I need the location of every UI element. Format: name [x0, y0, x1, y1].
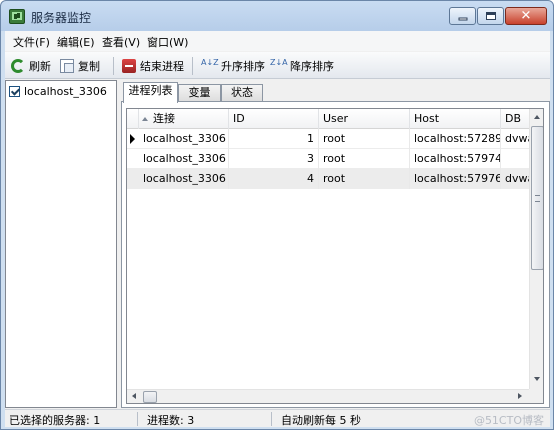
scroll-up-icon[interactable] — [534, 115, 540, 119]
vertical-scroll-thumb[interactable] — [531, 126, 543, 270]
sort-ascending-label: 升序排序 — [221, 60, 265, 73]
server-monitor-icon — [9, 9, 25, 24]
scroll-down-icon[interactable] — [534, 377, 540, 381]
column-header-user[interactable]: User — [319, 109, 410, 129]
sort-ascending-button[interactable]: A↓Z 升序排序 — [201, 57, 265, 75]
refresh-icon — [11, 59, 25, 73]
column-header-conn[interactable]: 连接 — [139, 109, 229, 129]
cell-db — [501, 149, 531, 169]
maximize-button[interactable] — [477, 7, 504, 25]
scroll-right-icon[interactable] — [518, 393, 522, 399]
kill-process-button[interactable]: 结束进程 — [122, 57, 184, 75]
row-indicator — [127, 149, 139, 169]
sort-ascending-icon: A↓Z — [201, 58, 219, 67]
horizontal-scrollbar[interactable] — [127, 389, 529, 403]
status-separator — [137, 412, 138, 426]
refresh-button[interactable]: 刷新 — [11, 57, 51, 75]
scroll-corner — [529, 389, 543, 403]
cell-conn: localhost_3306 — [139, 129, 229, 149]
cell-host: localhost:57974 — [410, 149, 501, 169]
watermark: @51CTO博客 — [473, 414, 544, 427]
tab-process-list[interactable]: 进程列表 — [123, 82, 178, 103]
menu-bar: 文件(F) 编辑(E) 查看(V) 窗口(W) — [5, 31, 550, 51]
server-checkbox[interactable] — [9, 86, 20, 97]
cell-id: 4 — [229, 169, 319, 189]
cell-user: root — [319, 169, 410, 189]
client-area: 文件(F) 编辑(E) 查看(V) 窗口(W) 刷新 复制 结束进程 A↓Z 升… — [5, 31, 550, 427]
detail-panel: 进程列表 变量 状态 连接 ID User Host DB localhost_… — [121, 80, 550, 408]
toolbar-separator — [192, 57, 193, 75]
minimize-icon — [458, 17, 467, 21]
sort-descending-icon: Z↓A — [270, 58, 288, 67]
process-list-page: 连接 ID User Host DB localhost_3306 1 root… — [121, 101, 550, 408]
scroll-left-icon[interactable] — [132, 393, 136, 399]
app-window: 服务器监控 ✕ 文件(F) 编辑(E) 查看(V) 窗口(W) 刷新 复制 结束… — [0, 0, 554, 430]
refresh-label: 刷新 — [29, 60, 51, 73]
tab-status[interactable]: 状态 — [221, 84, 263, 102]
server-item[interactable]: localhost_3306 — [9, 85, 107, 98]
copy-label: 复制 — [78, 60, 100, 73]
cell-db: dvwa — [501, 129, 531, 149]
kill-process-label: 结束进程 — [140, 60, 184, 73]
process-grid: 连接 ID User Host DB localhost_3306 1 root… — [126, 108, 544, 404]
window-controls: ✕ — [448, 7, 547, 25]
cell-user: root — [319, 149, 410, 169]
status-auto-refresh: 自动刷新每 5 秒 — [281, 414, 361, 427]
sort-descending-button[interactable]: Z↓A 降序排序 — [270, 57, 334, 75]
cell-conn: localhost_3306 — [139, 149, 229, 169]
row-indicator — [127, 169, 139, 189]
window-title: 服务器监控 — [31, 11, 92, 25]
sort-arrow-icon — [142, 117, 148, 121]
menu-view[interactable]: 查看(V) — [102, 34, 140, 50]
cell-host: localhost:57289 — [410, 129, 501, 149]
cell-id: 3 — [229, 149, 319, 169]
close-button[interactable]: ✕ — [505, 7, 547, 25]
vertical-scrollbar[interactable] — [529, 109, 543, 389]
status-bar: 已选择的服务器: 1 进程数: 3 自动刷新每 5 秒 @51CTO博客 — [5, 409, 550, 427]
table-row[interactable]: localhost_3306 1 root localhost:57289 dv… — [127, 129, 531, 149]
horizontal-scroll-thumb[interactable] — [143, 391, 157, 403]
copy-button[interactable]: 复制 — [60, 57, 100, 75]
close-icon: ✕ — [520, 8, 532, 24]
cell-user: root — [319, 129, 410, 149]
toolbar: 刷新 复制 结束进程 A↓Z 升序排序 Z↓A 降序排序 — [5, 52, 550, 79]
minimize-button[interactable] — [449, 7, 476, 25]
grid-header: 连接 ID User Host DB — [127, 109, 531, 129]
table-row[interactable]: localhost_3306 4 root localhost:57976 dv… — [127, 169, 531, 189]
cell-conn: localhost_3306 — [139, 169, 229, 189]
column-header-host[interactable]: Host — [410, 109, 501, 129]
toolbar-separator — [113, 57, 114, 75]
row-indicator — [127, 129, 139, 149]
cell-id: 1 — [229, 129, 319, 149]
server-label: localhost_3306 — [24, 85, 107, 98]
column-header-label: 连接 — [153, 112, 175, 125]
row-indicator-header — [127, 109, 139, 129]
tab-variables[interactable]: 变量 — [178, 84, 221, 102]
column-header-db[interactable]: DB — [501, 109, 531, 129]
current-row-icon — [130, 134, 135, 144]
cell-host: localhost:57976 — [410, 169, 501, 189]
server-list: localhost_3306 — [5, 80, 117, 408]
cell-db: dvwa — [501, 169, 531, 189]
status-process-count: 进程数: 3 — [147, 414, 195, 427]
sort-descending-label: 降序排序 — [290, 60, 334, 73]
copy-icon — [60, 59, 74, 73]
menu-edit[interactable]: 编辑(E) — [57, 34, 95, 50]
menu-window[interactable]: 窗口(W) — [147, 34, 188, 50]
maximize-icon — [485, 12, 496, 20]
status-selected-servers: 已选择的服务器: 1 — [9, 414, 101, 427]
table-row[interactable]: localhost_3306 3 root localhost:57974 — [127, 149, 531, 169]
menu-file[interactable]: 文件(F) — [13, 34, 50, 50]
kill-process-icon — [122, 59, 136, 73]
column-header-id[interactable]: ID — [229, 109, 319, 129]
title-bar[interactable]: 服务器监控 ✕ — [1, 1, 553, 31]
status-separator — [271, 412, 272, 426]
